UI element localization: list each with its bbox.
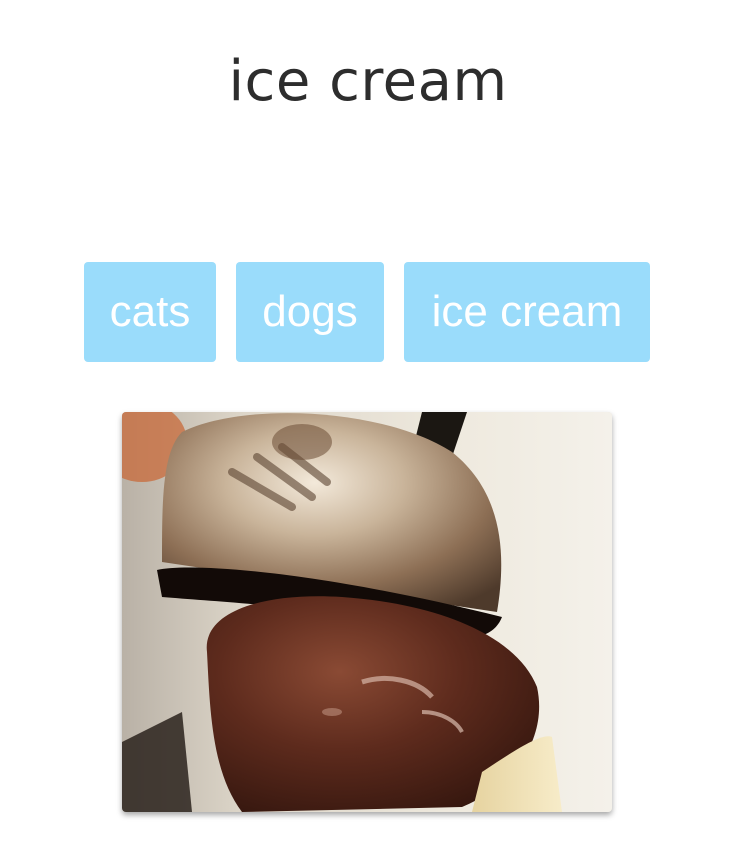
cats-button[interactable]: cats xyxy=(84,262,216,362)
ice-cream-image xyxy=(122,412,612,812)
page: ice cream cats dogs ice cream xyxy=(0,0,736,860)
ice-cream-button[interactable]: ice cream xyxy=(404,262,650,362)
dogs-button[interactable]: dogs xyxy=(236,262,384,362)
ice-cream-scoop-illustration xyxy=(122,412,612,812)
page-title: ice cream xyxy=(228,49,508,114)
